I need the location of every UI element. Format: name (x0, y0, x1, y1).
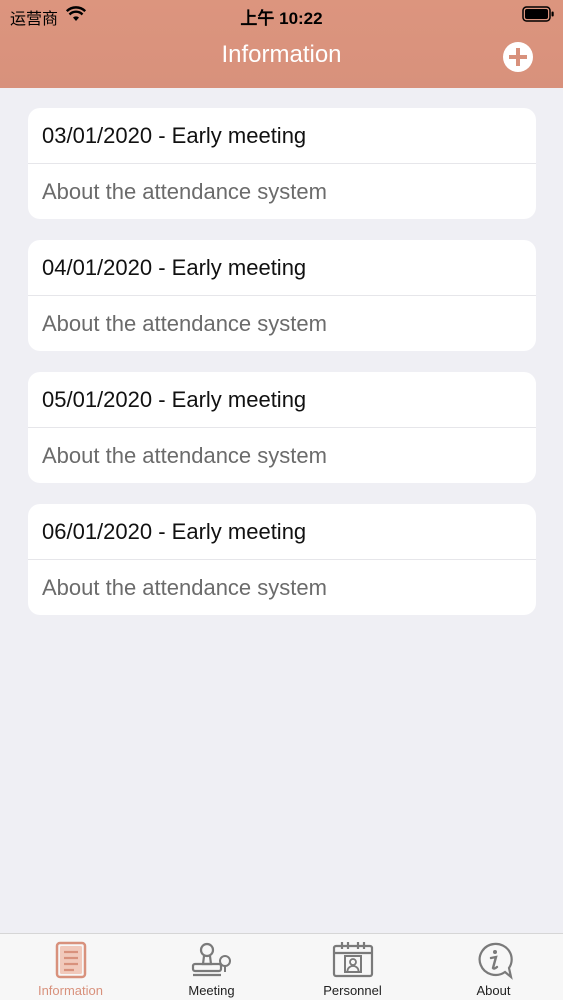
calendar-person-icon (332, 942, 373, 978)
item-title: 04/01/2020 - Early meeting (28, 240, 536, 296)
tab-meeting[interactable]: Meeting (141, 934, 282, 1000)
tab-label: Information (37, 983, 104, 998)
navigation-bar: 运营商 上午 10:22 Information (0, 0, 563, 88)
tab-label: Personnel (323, 983, 382, 998)
page-title: Information (221, 41, 342, 68)
item-title: 03/01/2020 - Early meeting (28, 108, 536, 164)
stamp-icon (191, 942, 231, 977)
information-list: 03/01/2020 - Early meeting About the att… (28, 108, 536, 636)
list-item[interactable]: 04/01/2020 - Early meeting About the att… (28, 240, 536, 351)
info-chat-icon (478, 942, 513, 980)
plus-circle-icon (503, 42, 533, 72)
status-bar: 运营商 上午 10:22 (0, 0, 563, 30)
list-item[interactable]: 03/01/2020 - Early meeting About the att… (28, 108, 536, 219)
item-title: 05/01/2020 - Early meeting (28, 372, 536, 428)
tab-label: About (476, 983, 511, 998)
battery-icon (522, 6, 555, 28)
item-subtitle: About the attendance system (42, 311, 327, 336)
add-button[interactable] (502, 41, 534, 73)
tab-bar: Information Meeting Personnel About (0, 933, 563, 1000)
tab-about[interactable]: About (423, 934, 563, 1000)
tab-personnel[interactable]: Personnel (282, 934, 423, 1000)
item-subtitle: About the attendance system (42, 179, 327, 204)
item-subtitle: About the attendance system (42, 575, 327, 600)
document-icon (55, 941, 86, 979)
tab-label: Meeting (188, 983, 235, 998)
item-title: 06/01/2020 - Early meeting (28, 504, 536, 560)
list-item[interactable]: 05/01/2020 - Early meeting About the att… (28, 372, 536, 483)
list-item[interactable]: 06/01/2020 - Early meeting About the att… (28, 504, 536, 615)
item-subtitle: About the attendance system (42, 443, 327, 468)
status-time: 上午 10:22 (240, 9, 323, 28)
tab-information[interactable]: Information (0, 934, 141, 1000)
